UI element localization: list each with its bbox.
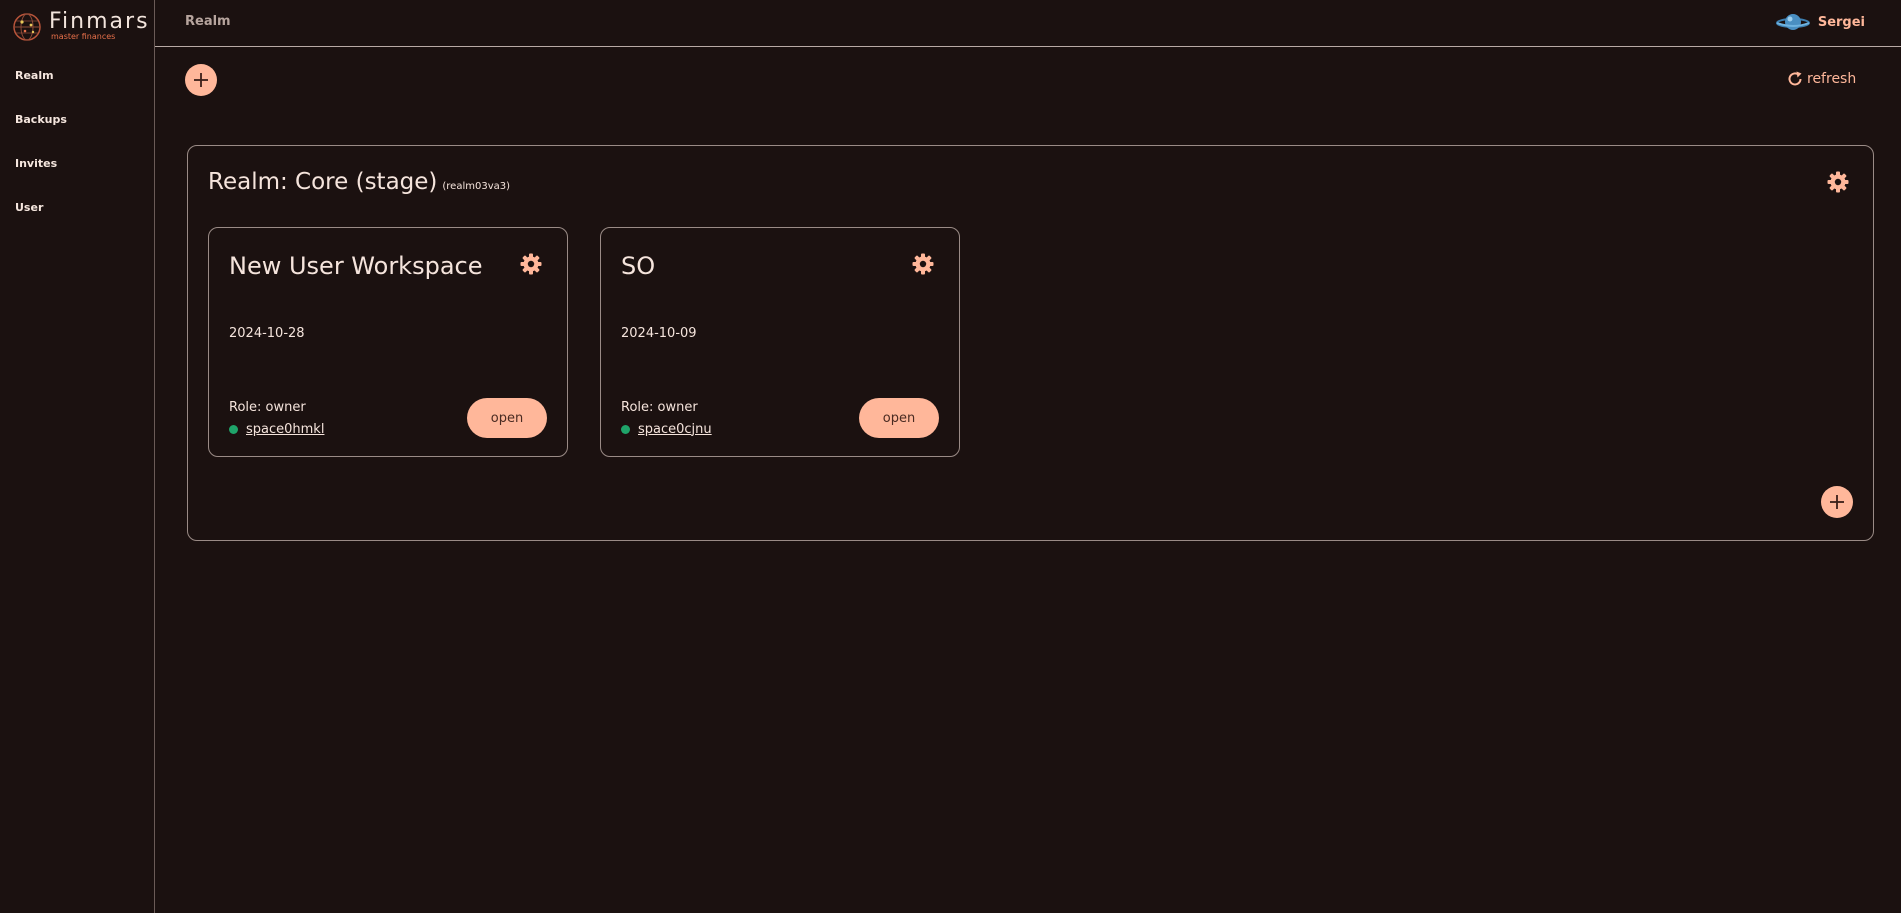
user-menu[interactable]: Sergei <box>1775 10 1865 34</box>
realm-code: (realm03va3) <box>442 181 511 192</box>
globe-logo-icon <box>13 13 41 41</box>
workspace-settings-gear-icon[interactable] <box>911 252 935 276</box>
user-name: Sergei <box>1817 14 1865 30</box>
status-online-dot <box>229 424 238 434</box>
open-workspace-button[interactable]: open <box>859 398 939 438</box>
sidebar-item-backups[interactable]: Backups <box>15 113 67 126</box>
add-workspace-button[interactable] <box>1821 486 1853 518</box>
plus-icon <box>1830 495 1844 509</box>
plus-icon <box>194 73 208 87</box>
workspace-role: Role: owner <box>229 400 306 415</box>
add-realm-button[interactable] <box>185 64 217 96</box>
sidebar-item-realm[interactable]: Realm <box>15 69 54 82</box>
realm-settings-gear-icon[interactable] <box>1826 170 1850 194</box>
realm-panel: Realm: Core (stage) (realm03va3) New User… <box>187 145 1874 541</box>
app-tagline: master finances <box>51 32 116 41</box>
app-name: Finmars <box>49 9 150 34</box>
workspace-date: 2024-10-28 <box>229 326 305 341</box>
workspace-settings-gear-icon[interactable] <box>519 252 543 276</box>
workspace-space: space0cjnu <box>621 421 712 437</box>
sidebar: Finmars master finances Realm Backups In… <box>0 0 155 913</box>
workspace-name: New User Workspace <box>229 252 483 280</box>
breadcrumb[interactable]: Realm <box>185 14 231 29</box>
planet-avatar-icon <box>1775 14 1810 30</box>
status-online-dot <box>621 424 630 434</box>
realm-name: Realm: Core (stage) <box>208 169 438 195</box>
workspace-role: Role: owner <box>621 400 698 415</box>
space-link[interactable]: space0cjnu <box>638 422 712 437</box>
workspace-card: New User Workspace 2024-10-28 Role: owne… <box>208 227 568 457</box>
refresh-button[interactable]: refresh <box>1786 68 1856 90</box>
sidebar-item-invites[interactable]: Invites <box>15 157 57 170</box>
realm-title: Realm: Core (stage) (realm03va3) <box>208 169 510 195</box>
finmars-logo[interactable]: Finmars master finances <box>12 9 150 44</box>
workspace-card: SO 2024-10-09 Role: owner space0cjnu ope… <box>600 227 960 457</box>
workspace-name: SO <box>621 252 656 280</box>
refresh-icon <box>1788 71 1802 86</box>
top-bar: Realm Sergei <box>155 0 1901 47</box>
sidebar-item-user[interactable]: User <box>15 201 43 214</box>
workspace-date: 2024-10-09 <box>621 326 697 341</box>
refresh-label: refresh <box>1807 71 1857 87</box>
open-workspace-button[interactable]: open <box>467 398 547 438</box>
workspace-space: space0hmkl <box>229 421 324 437</box>
space-link[interactable]: space0hmkl <box>246 422 324 437</box>
